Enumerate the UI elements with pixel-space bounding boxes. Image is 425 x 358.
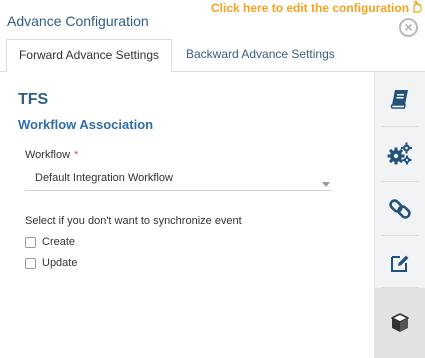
rail-button-settings[interactable] <box>375 127 425 181</box>
gears-icon <box>387 142 412 165</box>
chevron-down-icon <box>322 182 330 187</box>
tab-backward-advance-settings[interactable]: Backward Advance Settings <box>186 39 335 72</box>
update-checkbox-row[interactable]: Update <box>25 256 77 270</box>
side-rail <box>374 72 425 358</box>
update-checkbox[interactable] <box>25 257 36 269</box>
sync-event-label: Select if you don't want to synchronize … <box>25 215 242 227</box>
edit-configuration-link[interactable]: Click here to edit the configuration <box>211 1 409 15</box>
rail-button-mapping[interactable] <box>375 182 425 236</box>
advance-configuration-panel: Advance Configuration Click here to edit… <box>0 0 425 358</box>
panel-title: Advance Configuration <box>7 13 149 29</box>
settings-content: TFS Workflow Association Workflow * Defau… <box>0 72 374 358</box>
create-checkbox-row[interactable]: Create <box>25 235 75 249</box>
system-name: TFS <box>18 91 49 108</box>
workflow-select-value: Default Integration Workflow <box>35 172 173 184</box>
cube-icon <box>391 313 409 332</box>
update-checkbox-label: Update <box>42 257 78 269</box>
settings-tabs: Forward Advance Settings Backward Advanc… <box>0 39 425 73</box>
rail-button-documentation[interactable] <box>375 72 425 126</box>
workflow-association-heading: Workflow Association <box>18 117 154 132</box>
pointer-hand-icon[interactable] <box>409 0 425 14</box>
rail-button-edit[interactable] <box>375 236 425 290</box>
edit-icon <box>391 255 409 272</box>
workflow-label-text: Workflow <box>25 149 71 161</box>
book-icon <box>390 90 408 109</box>
link-icon <box>389 199 411 219</box>
create-checkbox[interactable] <box>25 236 36 248</box>
workflow-label: Workflow * <box>25 149 78 161</box>
workflow-select[interactable]: Default Integration Workflow <box>25 167 331 191</box>
close-button[interactable]: × <box>399 18 418 37</box>
create-checkbox-label: Create <box>42 236 76 248</box>
tab-forward-advance-settings[interactable]: Forward Advance Settings <box>6 39 172 73</box>
rail-button-package[interactable] <box>375 288 425 358</box>
required-marker: * <box>74 149 79 161</box>
